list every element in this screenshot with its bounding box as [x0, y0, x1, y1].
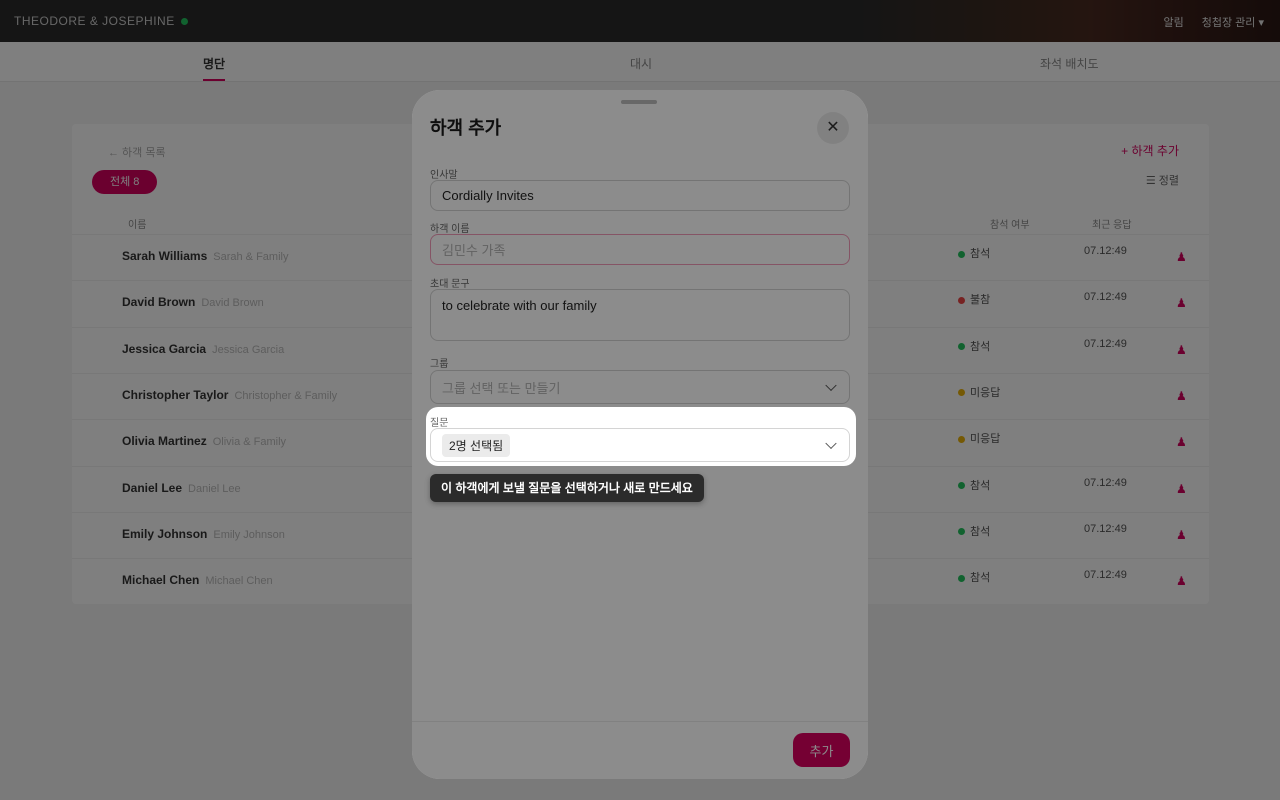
- footer-divider: [412, 721, 868, 722]
- greeting-value: Cordially Invites: [442, 188, 534, 203]
- chevron-down-icon: [825, 437, 837, 450]
- greeting-field[interactable]: Cordially Invites: [430, 180, 850, 211]
- invite-text-label: 초대 문구: [430, 279, 470, 290]
- questions-highlight: 질문 2명 선택됨: [426, 407, 856, 466]
- questions-select[interactable]: 2명 선택됨: [430, 428, 850, 462]
- close-icon: ✕: [826, 119, 840, 136]
- group-placeholder: 그룹 선택 또는 만들기: [442, 380, 561, 396]
- submit-button[interactable]: 추가: [793, 733, 850, 767]
- group-select[interactable]: 그룹 선택 또는 만들기: [430, 370, 850, 404]
- drag-handle[interactable]: [621, 100, 657, 104]
- chevron-down-icon: [825, 379, 837, 392]
- questions-selected-chip: 2명 선택됨: [442, 433, 511, 457]
- modal-title: 하객 추가: [430, 118, 502, 138]
- guest-name-placeholder: 김민수 가족: [442, 243, 506, 258]
- invite-text-value: to celebrate with our family: [442, 298, 597, 313]
- close-button[interactable]: ✕: [817, 112, 849, 144]
- guest-name-field[interactable]: 김민수 가족: [430, 234, 850, 265]
- questions-tooltip: 이 하객에게 보낼 질문을 선택하거나 새로 만드세요: [430, 474, 704, 502]
- greeting-label: 인사말: [430, 170, 458, 181]
- group-label: 그룹: [430, 359, 449, 370]
- questions-label: 질문: [430, 418, 449, 429]
- invite-text-field[interactable]: to celebrate with our family: [430, 289, 850, 341]
- guest-name-label: 하객 이름: [430, 224, 470, 235]
